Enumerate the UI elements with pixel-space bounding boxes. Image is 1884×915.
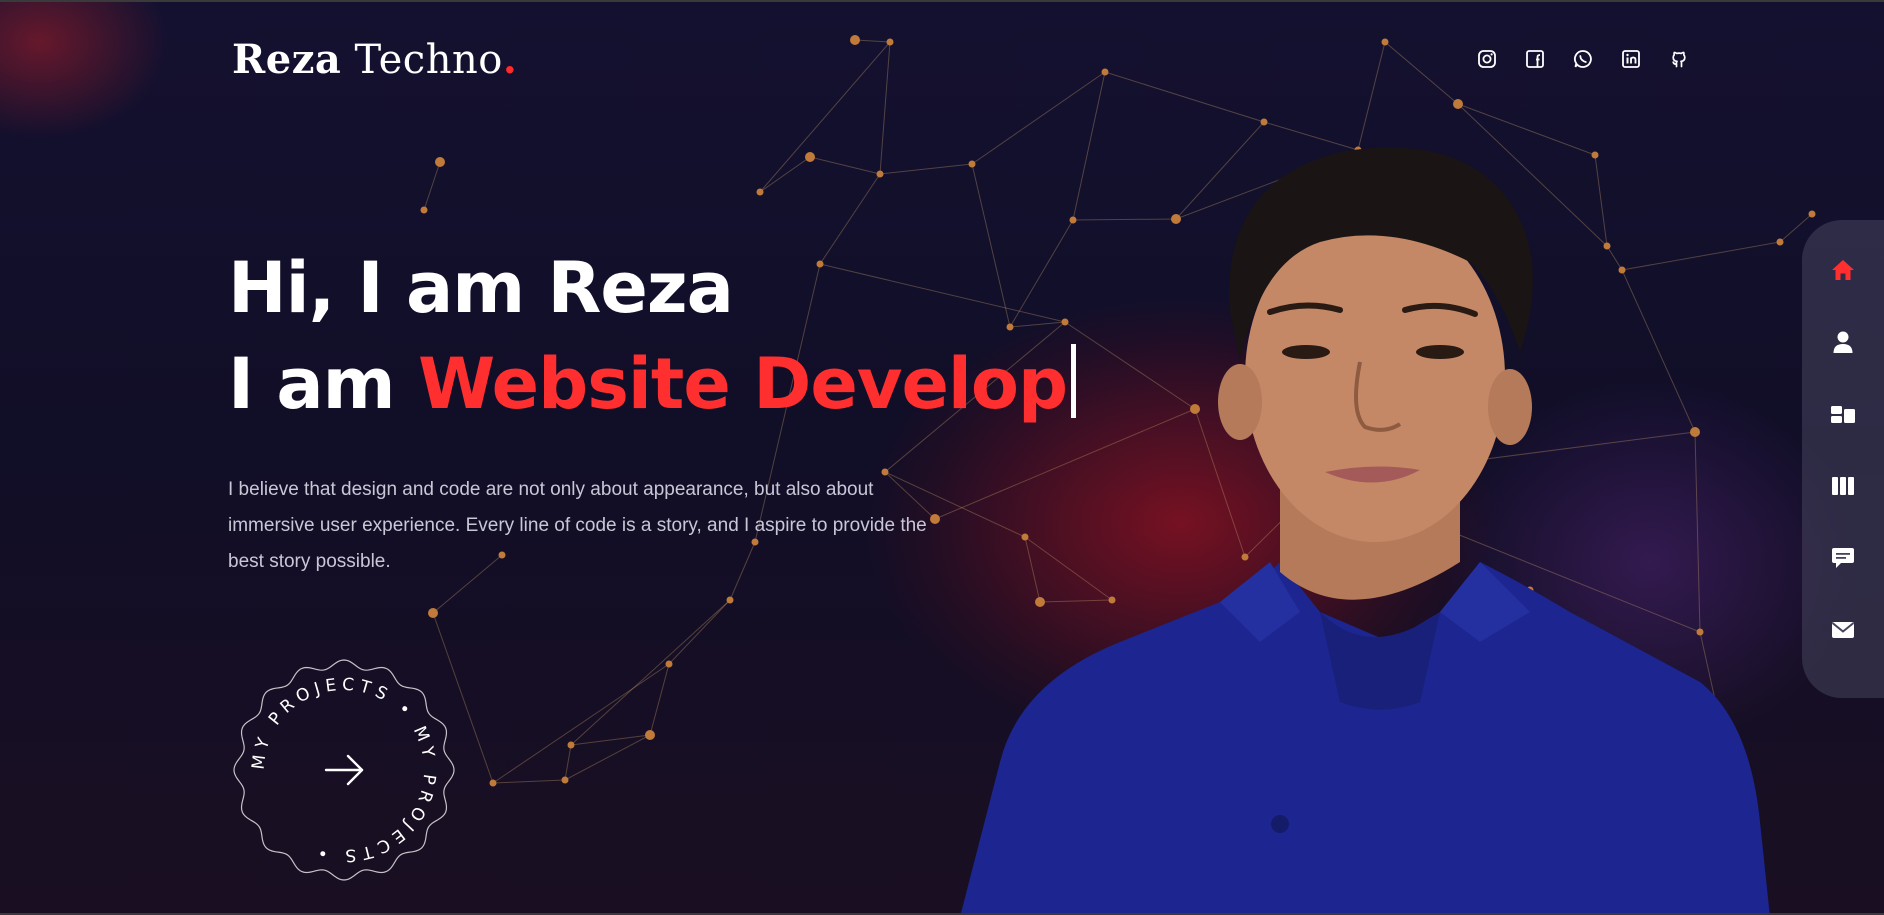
- services-icon: [1831, 406, 1855, 423]
- network-node: [489, 779, 497, 787]
- chat-icon: [1832, 548, 1854, 568]
- network-node: [726, 596, 734, 604]
- my-projects-badge[interactable]: MY PROJECTS • MY PROJECTS •: [228, 654, 460, 886]
- network-node: [645, 730, 655, 740]
- brand-name-bold: Reza: [232, 36, 342, 83]
- network-node: [850, 35, 860, 45]
- network-node: [1808, 210, 1816, 218]
- instagram-icon[interactable]: [1476, 48, 1498, 70]
- portfolio-icon: [1832, 477, 1854, 495]
- nav-testimonials[interactable]: [1829, 544, 1857, 572]
- network-node: [876, 170, 884, 178]
- brand-dot: .: [502, 36, 518, 83]
- network-node: [756, 188, 764, 196]
- whatsapp-icon[interactable]: [1572, 48, 1594, 70]
- network-node: [561, 776, 569, 784]
- hero-description: I believe that design and code are not o…: [228, 479, 927, 572]
- network-node: [435, 157, 445, 167]
- brand-name-regular: Techno: [354, 37, 503, 83]
- side-navigation: [1802, 220, 1884, 698]
- network-node: [886, 38, 894, 46]
- network-node: [428, 608, 438, 618]
- network-node: [1101, 68, 1109, 76]
- network-node: [665, 660, 673, 668]
- nav-about[interactable]: [1829, 328, 1857, 356]
- user-icon: [1833, 331, 1853, 353]
- network-node: [1381, 38, 1389, 46]
- profile-portrait: [961, 147, 1770, 913]
- network-node: [805, 152, 815, 162]
- network-node: [1453, 99, 1463, 109]
- brand-logo[interactable]: Reza Techno.: [232, 36, 517, 83]
- github-icon[interactable]: [1668, 48, 1690, 70]
- hero-role-prefix: I am: [228, 343, 418, 425]
- network-node: [1260, 118, 1268, 126]
- facebook-icon[interactable]: [1524, 48, 1546, 70]
- mail-icon: [1831, 622, 1855, 638]
- network-node: [567, 741, 575, 749]
- nav-home[interactable]: [1829, 256, 1857, 284]
- network-node: [420, 206, 428, 214]
- hero-section: Reza Techno. Hi, I am Reza I am Website …: [0, 0, 1884, 915]
- linkedin-icon[interactable]: [1620, 48, 1642, 70]
- arrow-right-icon: [324, 754, 364, 786]
- social-links: [1476, 48, 1690, 70]
- nav-contact[interactable]: [1829, 616, 1857, 644]
- home-icon: [1832, 260, 1854, 280]
- nav-portfolio[interactable]: [1829, 472, 1857, 500]
- nav-services[interactable]: [1829, 400, 1857, 428]
